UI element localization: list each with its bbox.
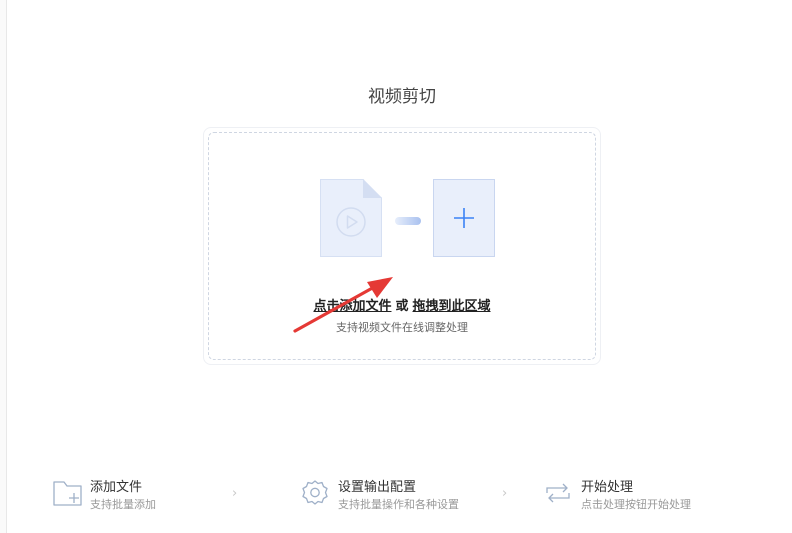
red-arrow-annotation	[293, 277, 393, 333]
drag-area-link[interactable]: 拖拽到此区域	[413, 299, 491, 314]
step-desc: 支持批量操作和各种设置	[338, 498, 459, 511]
step-separator: ›	[232, 486, 238, 501]
step-separator: ›	[502, 486, 508, 501]
file-fold-corner	[363, 179, 382, 198]
repeat-icon	[546, 483, 570, 503]
step-desc: 支持批量添加	[90, 498, 156, 511]
step-desc: 点击处理按钮开始处理	[581, 498, 691, 511]
connector-bar	[395, 217, 421, 225]
gear-icon	[302, 480, 328, 505]
step-title: 添加文件	[90, 480, 143, 495]
upload-dropzone[interactable]: 点击添加文件或拖拽到此区域 支持视频文件在线调整处理	[203, 127, 601, 365]
folder-add-icon	[53, 481, 82, 506]
plus-icon	[454, 208, 474, 228]
upload-prompt: 点击添加文件或拖拽到此区域	[209, 295, 595, 314]
step-title: 设置输出配置	[338, 480, 417, 495]
steps-bar: 添加文件 支持批量添加 › 设置输出配置 支持批量操作和各种设置 › 开始处理 …	[0, 470, 792, 520]
play-icon	[336, 207, 366, 237]
upload-subtitle: 支持视频文件在线调整处理	[336, 321, 468, 334]
left-panel-border	[0, 0, 7, 533]
step-title: 开始处理	[581, 480, 634, 495]
add-file-button[interactable]	[433, 179, 495, 257]
page-title: 视频剪切	[368, 87, 436, 107]
dropzone-dashed-area[interactable]: 点击添加文件或拖拽到此区域 支持视频文件在线调整处理	[208, 132, 596, 360]
